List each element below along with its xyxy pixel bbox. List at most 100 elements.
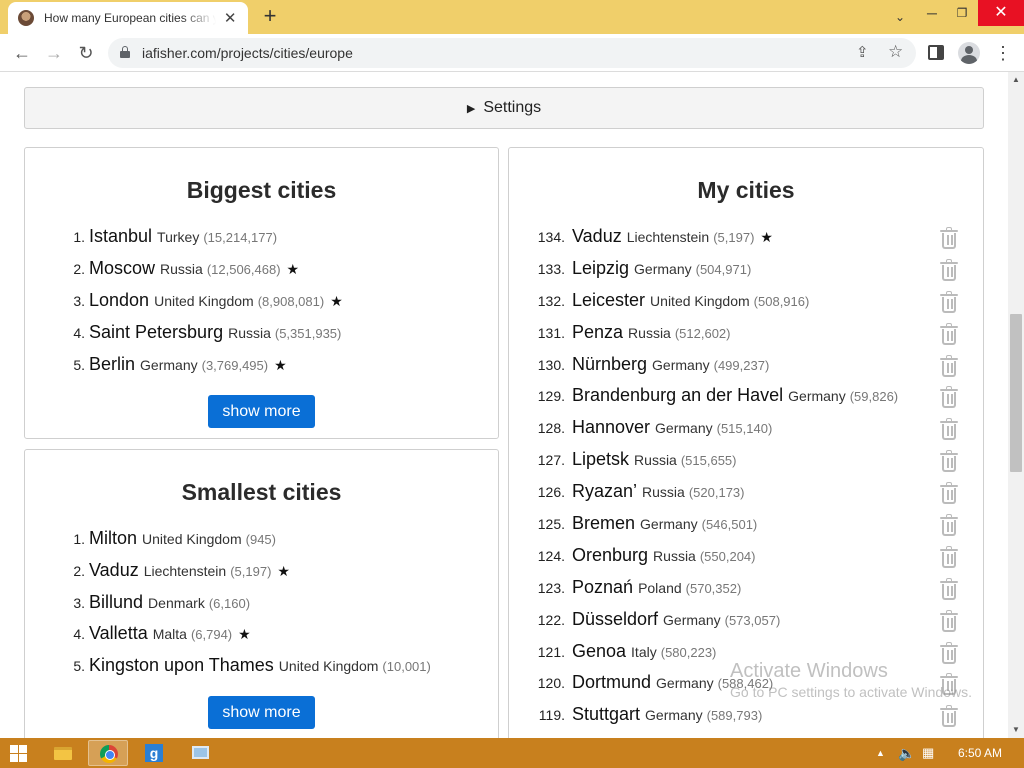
browser-tab[interactable]: How many European cities can you name? ✕ <box>8 2 248 34</box>
trash-icon[interactable] <box>939 642 959 664</box>
browser-menu-icon[interactable]: ⋮ <box>994 40 1012 66</box>
trash-icon[interactable] <box>939 386 959 408</box>
trash-icon[interactable] <box>939 227 959 249</box>
scroll-thumb[interactable] <box>1010 314 1022 472</box>
rank: 129. <box>537 388 565 404</box>
trash-icon[interactable] <box>939 546 959 568</box>
show-more-biggest-button[interactable]: show more <box>208 395 315 428</box>
trash-icon[interactable] <box>939 323 959 345</box>
rank: 126. <box>537 484 565 500</box>
show-more-smallest-button[interactable]: show more <box>208 696 315 729</box>
city-name: Orenburg <box>572 545 649 565</box>
city-name: Leicester <box>572 290 646 310</box>
trash-icon[interactable] <box>939 673 959 695</box>
country-name: Germany <box>640 516 698 532</box>
page-scrollbar[interactable]: ▲ ▼ <box>1008 72 1024 738</box>
show-hidden-icons-icon[interactable]: ▲ <box>876 738 885 768</box>
city-name: Hannover <box>572 417 651 437</box>
city-name: Ryazan’ <box>572 481 638 501</box>
country-name: United Kingdom <box>154 293 254 309</box>
remote-desktop-taskbar-icon[interactable] <box>180 740 220 766</box>
trash-icon[interactable] <box>939 578 959 600</box>
rank: 125. <box>537 516 565 532</box>
rank: 133. <box>537 261 565 277</box>
trash-icon[interactable] <box>939 355 959 377</box>
page-viewport: ▶ Settings Biggest cities 1. Istanbul Tu… <box>0 72 1008 738</box>
country-name: Malta <box>152 626 187 642</box>
city-name: Billund <box>89 592 144 612</box>
address-bar[interactable]: iafisher.com/projects/cities/europe ⇪ ☆ <box>108 38 916 68</box>
country-name: Germany <box>140 357 198 373</box>
new-tab-button[interactable]: + <box>258 4 282 30</box>
maximize-button[interactable]: ❐ <box>946 0 978 26</box>
star-icon: ★ <box>330 293 343 309</box>
list-item: 129. Brandenburg an der Havel Germany (5… <box>525 385 973 409</box>
city-name: Genoa <box>572 641 627 661</box>
list-item: 3. London United Kingdom (8,908,081) ★ <box>61 290 343 314</box>
disclosure-triangle-icon: ▶ <box>466 102 476 115</box>
rank: 1. <box>73 229 85 245</box>
star-icon: ★ <box>238 626 251 642</box>
population: (12,506,468) <box>206 262 281 277</box>
list-item: 5. Kingston upon Thames United Kingdom (… <box>61 655 437 679</box>
country-name: United Kingdom <box>650 293 750 309</box>
city-name: London <box>89 290 150 310</box>
list-item: 133. Leipzig Germany (504,971) <box>525 258 973 282</box>
star-icon: ★ <box>274 357 287 373</box>
minimize-button[interactable]: ─ <box>916 0 948 26</box>
population: (5,197) <box>713 230 755 245</box>
list-item: 3. Billund Denmark (6,160) <box>61 592 256 616</box>
profile-icon[interactable] <box>958 42 980 64</box>
trash-icon[interactable] <box>939 418 959 440</box>
population: (945) <box>245 532 276 547</box>
country-name: Poland <box>638 580 682 596</box>
share-icon[interactable]: ⇪ <box>856 43 869 61</box>
list-item: 125. Bremen Germany (546,501) <box>525 513 973 537</box>
browser-toolbar: ← → ↻ iafisher.com/projects/cities/europ… <box>0 34 1024 72</box>
country-name: Germany <box>645 707 703 723</box>
country-name: Germany <box>634 261 692 277</box>
smallest-cities-card: Smallest cities 1. Milton United Kingdom… <box>24 449 499 738</box>
windows-start-icon[interactable] <box>10 745 28 762</box>
list-item: 5. Berlin Germany (3,769,495) ★ <box>61 354 287 378</box>
settings-label: Settings <box>483 99 542 116</box>
population: (499,237) <box>713 358 770 373</box>
list-item: 119. Stuttgart Germany (589,793) <box>525 704 973 728</box>
back-button[interactable]: ← <box>8 40 36 66</box>
favicon-icon <box>18 10 34 26</box>
country-name: Germany <box>655 420 713 436</box>
list-item: 131. Penza Russia (512,602) <box>525 322 973 346</box>
close-window-button[interactable]: ✕ <box>978 0 1024 26</box>
city-name: Penza <box>572 322 624 342</box>
scroll-up-arrow-icon[interactable]: ▲ <box>1008 72 1024 88</box>
file-explorer-icon[interactable] <box>42 740 82 766</box>
trash-icon[interactable] <box>939 610 959 632</box>
lock-icon[interactable] <box>120 46 130 58</box>
country-name: Russia <box>642 484 685 500</box>
forward-button[interactable]: → <box>40 40 68 66</box>
scroll-down-arrow-icon[interactable]: ▼ <box>1008 722 1024 738</box>
close-tab-icon[interactable]: ✕ <box>222 9 238 27</box>
trash-icon[interactable] <box>939 259 959 281</box>
tab-search-button[interactable]: ⌄ <box>884 4 916 30</box>
side-panel-icon[interactable] <box>928 45 944 60</box>
trash-icon[interactable] <box>939 291 959 313</box>
tab-strip: How many European cities can you name? ✕… <box>0 0 1024 34</box>
app-g-taskbar-icon[interactable]: g <box>134 740 174 766</box>
network-icon[interactable]: ▦ <box>922 738 934 768</box>
chrome-taskbar-icon[interactable] <box>88 740 128 766</box>
trash-icon[interactable] <box>939 705 959 727</box>
trash-icon[interactable] <box>939 482 959 504</box>
reload-button[interactable]: ↻ <box>72 40 100 66</box>
taskbar-clock[interactable]: 6:50 AM <box>958 738 1002 768</box>
city-name: Brandenburg an der Havel <box>572 385 784 405</box>
country-name: Denmark <box>148 595 205 611</box>
speaker-icon[interactable]: 🔈 <box>898 738 915 768</box>
rank: 124. <box>537 548 565 564</box>
url-text[interactable]: iafisher.com/projects/cities/europe <box>142 45 353 61</box>
settings-toggle[interactable]: ▶ Settings <box>24 87 984 129</box>
bookmark-star-icon[interactable]: ☆ <box>888 42 903 62</box>
trash-icon[interactable] <box>939 514 959 536</box>
trash-icon[interactable] <box>939 450 959 472</box>
list-item: 4. Saint Petersburg Russia (5,351,935) <box>61 322 347 346</box>
